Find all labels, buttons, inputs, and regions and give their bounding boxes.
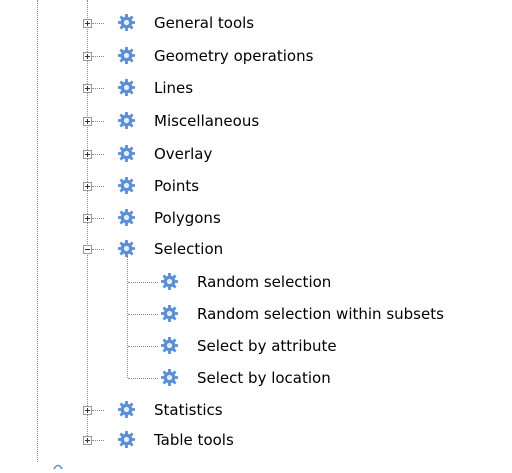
tree-connector: [92, 121, 104, 122]
tree-connector: [128, 378, 158, 379]
plus-box-icon[interactable]: [83, 182, 92, 191]
group-label[interactable]: General tools: [154, 13, 254, 33]
gear-icon: [160, 336, 179, 355]
plus-box-icon[interactable]: [83, 150, 92, 159]
group-label[interactable]: Overlay: [154, 144, 212, 164]
plus-box-icon[interactable]: [83, 84, 92, 93]
tree-connector: [92, 218, 104, 219]
gear-icon: [117, 400, 136, 419]
plus-box-icon[interactable]: [83, 117, 92, 126]
algorithm-label[interactable]: Select by location: [197, 368, 331, 388]
next-item-icon: [53, 455, 63, 470]
tree-connector: [92, 440, 104, 441]
tree-connector: [128, 282, 158, 283]
gear-icon: [117, 13, 136, 32]
tree-outer-connector: [37, 0, 38, 462]
tree-connector: [92, 23, 104, 24]
tree-connector: [92, 186, 104, 187]
group-label[interactable]: Table tools: [154, 430, 234, 450]
group-label[interactable]: Statistics: [154, 400, 223, 420]
gear-icon: [117, 144, 136, 163]
processing-toolbox-tree: General tools Geometry operations Lines …: [0, 0, 512, 470]
minus-box-icon[interactable]: [83, 245, 92, 254]
group-label[interactable]: Selection: [154, 239, 223, 259]
group-label[interactable]: Points: [154, 176, 199, 196]
tree-connector: [92, 249, 104, 250]
plus-box-icon[interactable]: [83, 214, 92, 223]
tree-connector: [92, 56, 104, 57]
tree-connector: [92, 410, 104, 411]
gear-icon: [117, 208, 136, 227]
group-label[interactable]: Lines: [154, 78, 193, 98]
group-label[interactable]: Miscellaneous: [154, 111, 259, 131]
tree-connector: [128, 346, 158, 347]
plus-box-icon[interactable]: [83, 19, 92, 28]
algorithm-label[interactable]: Random selection within subsets: [197, 304, 444, 324]
gear-icon: [117, 239, 136, 258]
gear-icon: [117, 78, 136, 97]
gear-icon: [160, 272, 179, 291]
algorithm-label[interactable]: Random selection: [197, 272, 331, 292]
plus-box-icon[interactable]: [83, 52, 92, 61]
plus-box-icon[interactable]: [83, 436, 92, 445]
tree-connector: [92, 154, 104, 155]
tree-connector: [128, 314, 158, 315]
group-label[interactable]: Polygons: [154, 208, 221, 228]
group-label[interactable]: Geometry operations: [154, 46, 313, 66]
gear-icon: [117, 430, 136, 449]
gear-icon: [160, 368, 179, 387]
tree-connector: [92, 88, 104, 89]
gear-icon: [117, 46, 136, 65]
gear-icon: [117, 176, 136, 195]
algorithm-label[interactable]: Select by attribute: [197, 336, 337, 356]
plus-box-icon[interactable]: [83, 406, 92, 415]
gear-icon: [160, 304, 179, 323]
gear-icon: [117, 111, 136, 130]
